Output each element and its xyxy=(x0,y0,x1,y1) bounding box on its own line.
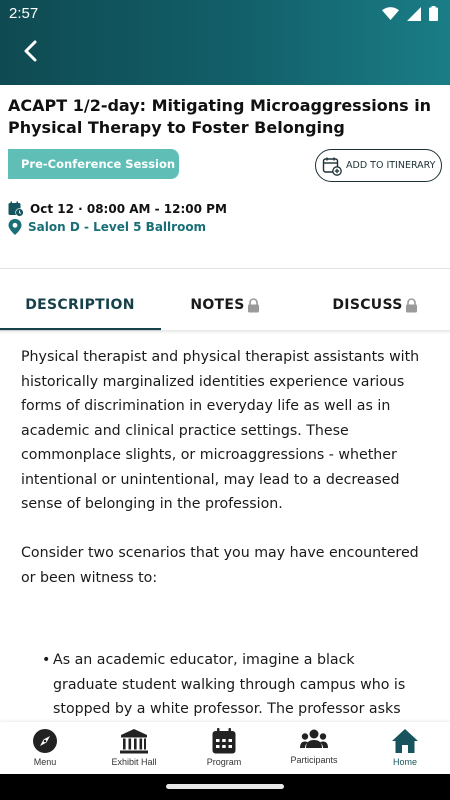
session-location-text: Salon D - Level 5 Ballroom xyxy=(28,220,207,234)
description-bullet-list: As an academic educator, imagine a black… xyxy=(42,648,422,722)
lock-icon xyxy=(405,297,417,312)
nav-program-label: Program xyxy=(206,757,242,767)
description-bullet-item: As an academic educator, imagine a black… xyxy=(42,648,422,722)
nav-menu-label: Menu xyxy=(33,757,57,767)
session-datetime-text: Oct 12 · 08:00 AM - 12:00 PM xyxy=(30,202,227,216)
status-icons xyxy=(382,6,438,21)
calendar-icon xyxy=(212,728,236,754)
battery-icon xyxy=(429,6,438,21)
people-icon xyxy=(300,729,328,748)
status-time: 2:57 xyxy=(9,5,39,22)
tab-notes-label: NOTES xyxy=(190,297,245,313)
back-arrow-icon xyxy=(24,40,37,62)
compass-icon xyxy=(33,729,57,753)
app-header: 2:57 xyxy=(0,0,450,85)
calendar-add-icon xyxy=(322,157,342,176)
nav-menu[interactable]: Menu xyxy=(5,728,85,767)
home-gesture-pill[interactable] xyxy=(166,784,284,789)
nav-program[interactable]: Program xyxy=(184,728,264,767)
session-tabs: DESCRIPTION NOTES DISCUSS xyxy=(0,282,450,331)
nav-exhibit-hall[interactable]: Exhibit Hall xyxy=(94,728,174,767)
tab-discuss[interactable]: DISCUSS xyxy=(300,282,450,328)
location-pin-icon xyxy=(8,219,22,235)
session-type-badge: Pre-Conference Session xyxy=(8,149,179,179)
section-divider xyxy=(0,268,450,269)
tabs-shadow xyxy=(0,330,450,334)
home-icon xyxy=(392,729,418,753)
tab-description-label: DESCRIPTION xyxy=(25,297,135,313)
wifi-icon xyxy=(382,7,399,20)
calendar-clock-icon xyxy=(8,201,24,217)
nav-exhibit-hall-label: Exhibit Hall xyxy=(111,757,157,767)
tab-notes[interactable]: NOTES xyxy=(150,282,300,328)
description-paragraph: Consider two scenarios that you may have… xyxy=(21,545,419,586)
system-navigation-bar xyxy=(0,774,450,800)
nav-home-label: Home xyxy=(392,757,417,767)
session-location[interactable]: Salon D - Level 5 Ballroom xyxy=(8,219,206,235)
add-to-itinerary-button[interactable]: ADD TO ITINERARY xyxy=(315,149,442,182)
description-body: Physical therapist and physical therapis… xyxy=(21,345,431,615)
lock-icon xyxy=(247,297,259,312)
nav-participants-label: Participants xyxy=(290,755,338,765)
status-bar: 2:57 xyxy=(0,0,450,28)
session-datetime: Oct 12 · 08:00 AM - 12:00 PM xyxy=(8,201,227,217)
bottom-navigation: Menu Exhibit Hall Program Participants H… xyxy=(0,722,450,774)
session-title: ACAPT 1/2-day: Mitigating Microaggressio… xyxy=(8,96,432,137)
cell-signal-icon xyxy=(407,6,421,21)
tab-discuss-label: DISCUSS xyxy=(332,297,403,313)
nav-home[interactable]: Home xyxy=(365,728,445,767)
description-paragraph: Physical therapist and physical therapis… xyxy=(21,349,420,512)
add-to-itinerary-label: ADD TO ITINERARY xyxy=(346,160,436,171)
back-button[interactable] xyxy=(16,36,46,66)
building-icon xyxy=(120,729,148,754)
tab-description[interactable]: DESCRIPTION xyxy=(0,282,160,328)
nav-participants[interactable]: Participants xyxy=(274,728,354,765)
